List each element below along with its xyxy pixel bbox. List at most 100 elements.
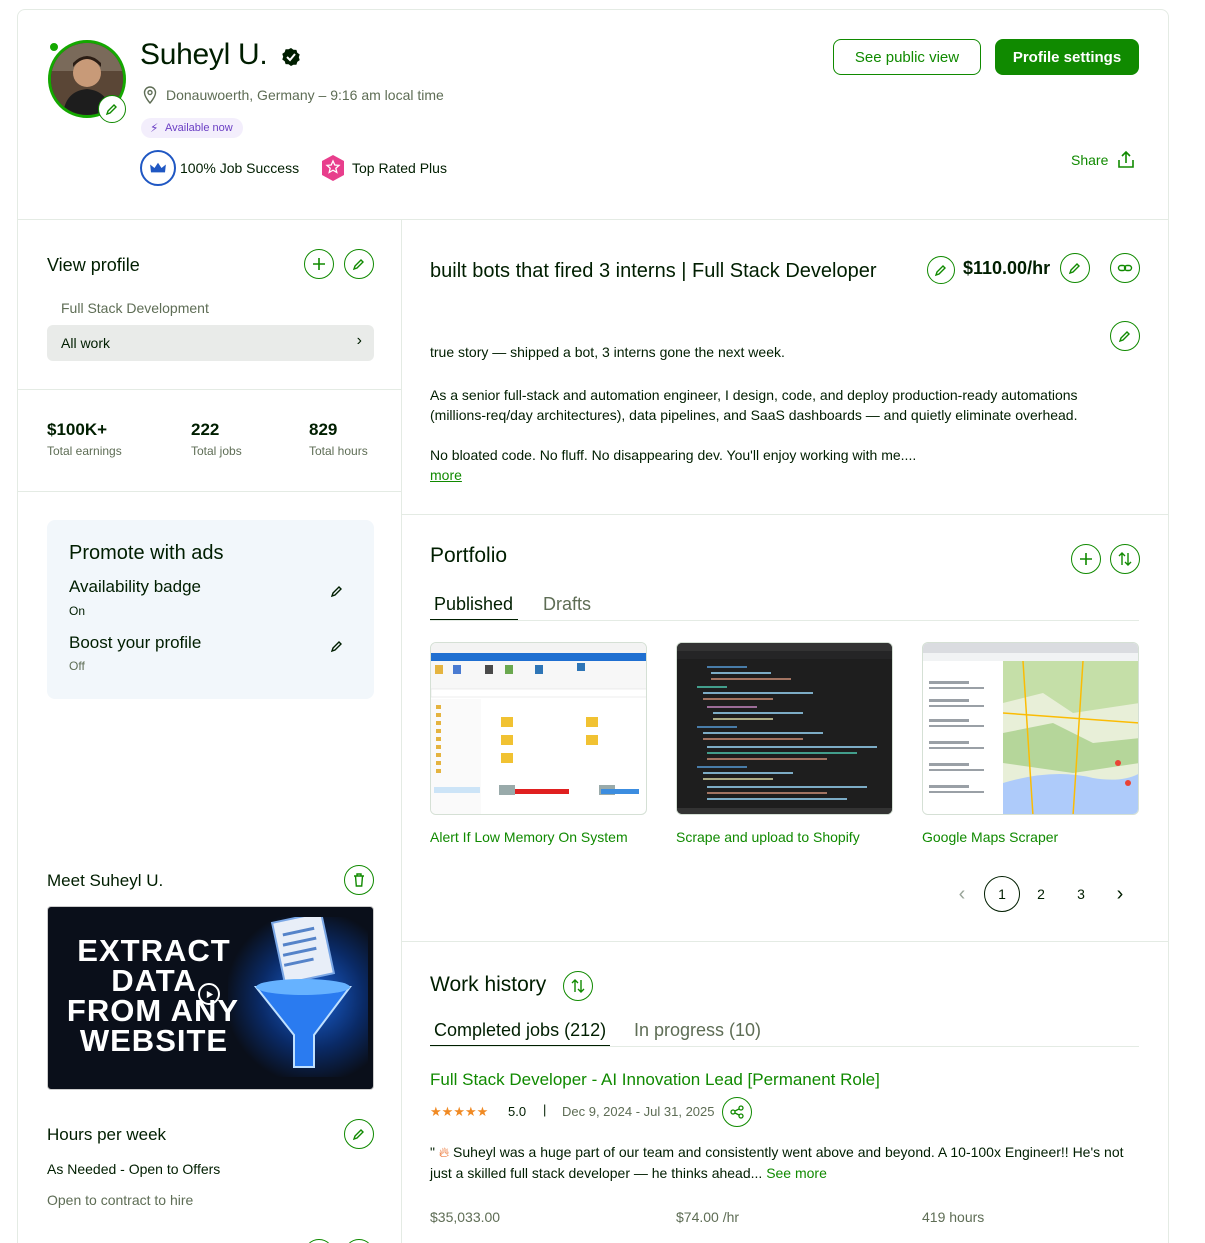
portfolio-thumb-1[interactable] [430,642,647,815]
portfolio-item-1-title[interactable]: Alert If Low Memory On System [430,829,628,845]
edit-avatar-button[interactable] [98,95,126,123]
bio-line-1: true story — shipped a bot, 3 interns go… [430,344,785,360]
fire-icon: 🔥︎ [438,1144,450,1160]
hourly-rate: $110.00/hr [963,258,1051,278]
available-now-badge[interactable]: ⚡︎ Available now [141,118,243,138]
stat-earnings-label: Total earnings [47,444,122,458]
chevron-right-icon: › [356,332,362,349]
job-success-text: 100% Job Success [180,160,300,176]
delete-video-button[interactable] [344,865,374,895]
stat-jobs: 222 Total jobs [191,420,242,458]
crown-icon [150,162,166,173]
rating-separator: | [543,1102,547,1117]
job-title-link[interactable]: Full Stack Developer - AI Innovation Lea… [430,1070,880,1090]
available-now-label: Available now [165,122,233,134]
bio-line-3: No bloated code. No fluff. No disappeari… [430,447,917,463]
star-icon: ★ [430,1104,442,1119]
boost-profile-value: Off [69,659,85,673]
job-earned: $35,033.00 [430,1209,501,1225]
pencil-icon [1068,263,1080,275]
lightning-icon: ⚡︎ [150,121,159,135]
stat-jobs-label: Total jobs [191,444,242,458]
specialization-item[interactable]: Full Stack Development [61,300,209,316]
edit-boost-profile-icon[interactable] [329,638,345,654]
column-divider [401,219,402,1243]
work-history-title: Work history [430,973,547,996]
portfolio-tabs-divider [430,620,1139,621]
play-icon[interactable] [198,983,220,1005]
portfolio-thumb-3[interactable] [922,642,1139,815]
share-label: Share [1071,152,1109,168]
hours-value: As Needed - Open to Offers [47,1161,221,1177]
stat-earnings: $100K+ Total earnings [47,420,122,458]
portfolio-item-3-title[interactable]: Google Maps Scraper [922,829,1058,845]
star-icon: ★ [441,1104,454,1119]
add-specialization-button[interactable] [304,249,334,279]
all-work-label: All work [61,335,111,351]
edit-headline-button[interactable] [927,256,955,284]
all-work-item[interactable]: All work › [47,325,374,361]
sort-icon [571,979,585,993]
edit-bio-button[interactable] [1110,321,1140,351]
boost-profile-label: Boost your profile [69,633,202,652]
sort-icon [1118,552,1132,566]
see-public-view-button[interactable]: See public view [833,39,981,75]
location-pin-icon [142,86,158,105]
intro-video[interactable]: EXTRACT DATA FROM ANY WEBSITE [47,906,374,1090]
edit-specialization-button[interactable] [344,249,374,279]
portfolio-title: Portfolio [430,544,508,567]
reorder-portfolio-button[interactable] [1110,544,1140,574]
tab-drafts[interactable]: Drafts [543,594,591,615]
plus-icon [1080,553,1092,565]
pencil-icon [352,1129,364,1141]
see-more-link[interactable]: See more [766,1165,827,1181]
profile-settings-button[interactable]: Profile settings [995,39,1139,75]
video-text-4: WEBSITE [79,1023,229,1058]
view-profile-title: View profile [47,255,140,275]
availability-badge-label: Availability badge [69,577,201,596]
copy-link-button[interactable] [1110,253,1140,283]
pagination-prev[interactable]: ‹ [944,876,980,912]
main-divider-2 [401,941,1168,942]
job-rating-stars: ★★★★★ [430,1103,488,1121]
stat-hours-value: 829 [309,420,338,439]
tab-in-progress[interactable]: In progress (10) [634,1020,761,1041]
job-rating-value: 5.0 [508,1104,527,1119]
portfolio-item-2-title[interactable]: Scrape and upload to Shopify [676,829,860,845]
bio-more-link[interactable]: more [430,467,462,483]
partial-button-left[interactable] [304,1239,334,1243]
trash-icon [354,873,364,887]
pagination-page-3[interactable]: 3 [1063,876,1099,912]
add-portfolio-button[interactable] [1071,544,1101,574]
availability-badge-value: On [69,604,86,618]
location-text: Donauwoerth, Germany – 9:16 am local tim… [166,87,444,103]
star-icon: ★ [464,1104,477,1119]
star-icon: ★ [453,1104,465,1119]
share-link[interactable]: Share [1071,150,1136,170]
pencil-icon [352,259,364,271]
job-success-badge [140,150,176,186]
meet-title: Meet Suheyl U. [47,871,164,890]
plus-icon [313,258,325,270]
edit-availability-badge-icon[interactable] [329,583,345,599]
map-preview [923,643,1138,814]
pagination-page-2[interactable]: 2 [1023,876,1059,912]
edit-hours-button[interactable] [344,1119,374,1149]
job-hourly: $74.00 /hr [676,1209,740,1225]
tab-published[interactable]: Published [434,594,513,615]
pagination-page-1[interactable]: 1 [984,876,1020,912]
code-editor-preview [677,643,892,814]
tab-completed-jobs[interactable]: Completed jobs (212) [434,1020,606,1041]
partial-button-right[interactable] [344,1239,374,1243]
sidebar-divider-1 [18,389,401,390]
pagination-next[interactable]: › [1102,876,1138,912]
profile-name: Suheyl U. [140,38,268,71]
bio-line-2: As a senior full-stack and automation en… [430,387,1078,423]
share-job-button[interactable] [722,1097,752,1127]
edit-rate-button[interactable] [1060,253,1090,283]
job-dates: Dec 9, 2024 - Jul 31, 2025 [562,1104,715,1119]
sort-work-history-button[interactable] [563,971,593,1001]
funnel-icon [253,917,352,1068]
stat-hours-label: Total hours [309,444,368,458]
portfolio-thumb-2[interactable] [676,642,893,815]
